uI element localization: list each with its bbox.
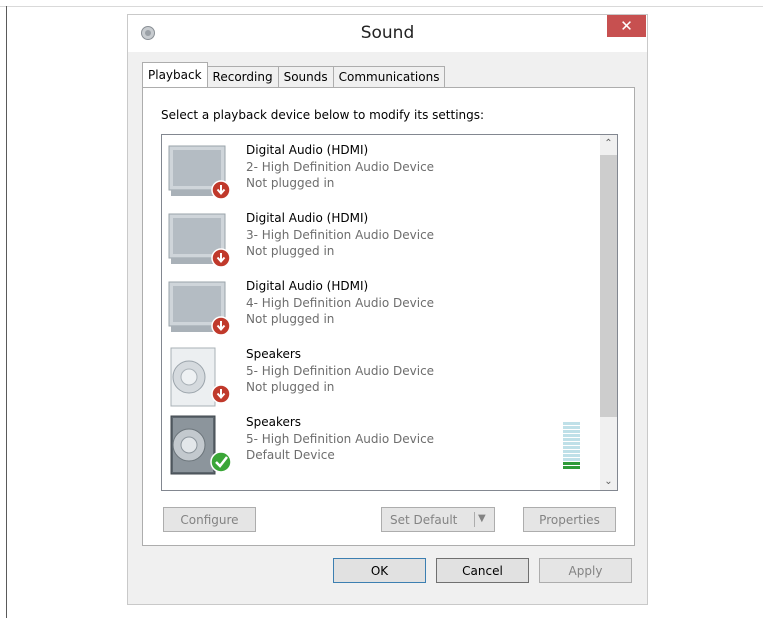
device-description: 3- High Definition Audio Device xyxy=(246,228,435,242)
device-status: Not plugged in xyxy=(246,176,335,190)
speaker-icon xyxy=(170,347,231,407)
properties-button[interactable]: Properties xyxy=(523,507,616,532)
level-meter-segment xyxy=(563,450,580,453)
level-meter-segment xyxy=(563,466,580,469)
sound-dialog: Sound ✕ Playback Recording Sounds Commun… xyxy=(127,14,648,605)
close-button[interactable]: ✕ xyxy=(607,15,646,37)
level-meter-segment xyxy=(563,458,580,461)
tab-recording[interactable]: Recording xyxy=(206,66,279,87)
device-status: Not plugged in xyxy=(246,312,335,326)
speaker-icon xyxy=(170,415,232,475)
cancel-button[interactable]: Cancel xyxy=(436,558,529,583)
device-item-default[interactable]: Speakers 5- High Definition Audio Device… xyxy=(164,408,597,476)
device-item[interactable]: Speakers 5- High Definition Audio Device… xyxy=(164,340,597,408)
device-name: Digital Audio (HDMI) xyxy=(246,143,369,157)
split-separator xyxy=(474,512,475,527)
level-meter-segment xyxy=(563,462,580,465)
background-frame-line xyxy=(0,6,763,7)
level-meter-segment xyxy=(563,434,580,437)
configure-button[interactable]: Configure xyxy=(163,507,256,532)
tab-sounds[interactable]: Sounds xyxy=(277,66,334,87)
set-default-label: Set Default xyxy=(390,513,458,527)
scroll-up-arrow-icon[interactable]: ⌃ xyxy=(600,135,617,152)
set-default-button[interactable]: Set Default ▼ xyxy=(381,507,495,532)
level-meter-segment xyxy=(563,446,580,449)
default-check-icon xyxy=(210,451,232,473)
device-status: Not plugged in xyxy=(246,380,335,394)
level-meter-segment xyxy=(563,426,580,429)
device-item[interactable]: Digital Audio (HDMI) 4- High Definition … xyxy=(164,272,597,340)
scroll-thumb[interactable] xyxy=(600,155,617,417)
device-status: Not plugged in xyxy=(246,244,335,258)
tab-communications[interactable]: Communications xyxy=(332,66,446,87)
volume-level-meter xyxy=(563,422,580,469)
title-bar[interactable]: Sound ✕ xyxy=(128,15,647,52)
ok-button[interactable]: OK xyxy=(333,558,426,583)
apply-button[interactable]: Apply xyxy=(539,558,632,583)
window-title: Sound xyxy=(360,23,415,43)
monitor-icon xyxy=(168,145,231,200)
device-status: Default Device xyxy=(246,448,335,462)
monitor-icon xyxy=(168,281,231,336)
playback-panel: Select a playback device below to modify… xyxy=(142,87,635,546)
close-icon: ✕ xyxy=(620,17,633,35)
dropdown-arrow-icon[interactable]: ▼ xyxy=(478,513,486,524)
instructions-text: Select a playback device below to modify… xyxy=(161,108,485,122)
device-name: Digital Audio (HDMI) xyxy=(246,279,369,293)
level-meter-segment xyxy=(563,438,580,441)
level-meter-segment xyxy=(563,442,580,445)
level-meter-segment xyxy=(563,430,580,433)
device-description: 4- High Definition Audio Device xyxy=(246,296,435,310)
level-meter-segment xyxy=(563,454,580,457)
vertical-scrollbar[interactable]: ⌃ ⌄ xyxy=(600,135,617,490)
device-description: 2- High Definition Audio Device xyxy=(246,160,435,174)
device-description: 5- High Definition Audio Device xyxy=(246,432,435,446)
device-name: Speakers xyxy=(246,415,302,429)
device-name: Digital Audio (HDMI) xyxy=(246,211,369,225)
level-meter-segment xyxy=(563,422,580,425)
background-frame-line-left xyxy=(6,6,7,618)
device-name: Speakers xyxy=(246,347,302,361)
monitor-icon xyxy=(168,213,231,268)
device-item[interactable]: Digital Audio (HDMI) 3- High Definition … xyxy=(164,204,597,272)
tab-playback[interactable]: Playback xyxy=(142,62,208,87)
scroll-down-arrow-icon[interactable]: ⌄ xyxy=(600,473,617,490)
device-item[interactable]: Digital Audio (HDMI) 2- High Definition … xyxy=(164,136,597,204)
tab-strip: Playback Recording Sounds Communications xyxy=(142,62,446,87)
device-description: 5- High Definition Audio Device xyxy=(246,364,435,378)
device-list[interactable]: Digital Audio (HDMI) 2- High Definition … xyxy=(161,134,618,491)
